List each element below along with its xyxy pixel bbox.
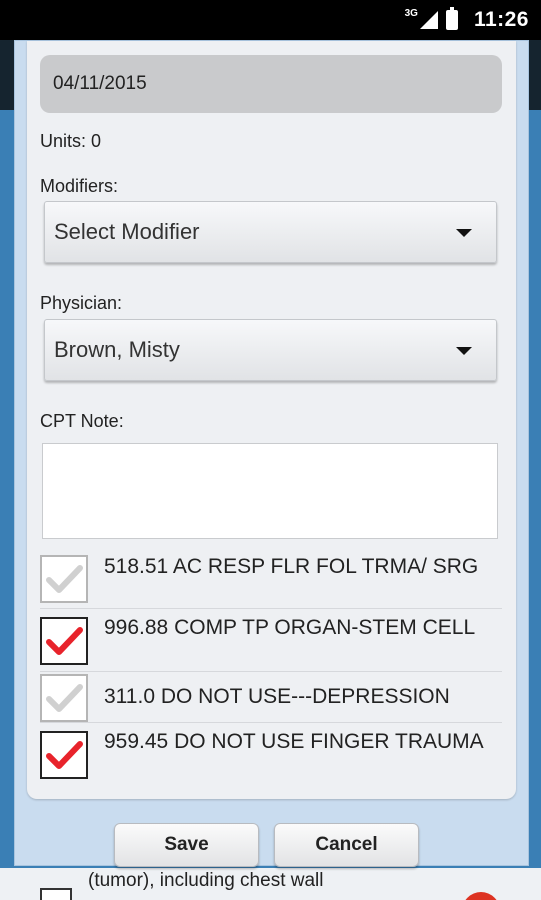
physician-label: Physician: (40, 293, 123, 313)
diagnosis-text: 996.88 COMP TP ORGAN-STEM CELL (104, 616, 476, 639)
diagnosis-row[interactable]: 311.0 DO NOT USE---DEPRESSION (40, 672, 502, 723)
dialog: 04/11/2015 Units: 0 Modifiers: Select Mo… (14, 40, 529, 867)
dropdown-arrow-icon (456, 347, 472, 355)
form-card: 04/11/2015 Units: 0 Modifiers: Select Mo… (27, 41, 516, 799)
diagnosis-checkbox[interactable] (40, 617, 88, 665)
network-type: 3G (404, 7, 418, 19)
diagnosis-row[interactable]: 996.88 COMP TP ORGAN-STEM CELL (40, 609, 502, 672)
battery-icon (445, 7, 458, 30)
diagnosis-checkbox[interactable] (40, 555, 88, 603)
diagnosis-checkbox[interactable] (40, 731, 88, 779)
diagnosis-text: 311.0 DO NOT USE---DEPRESSION (104, 685, 450, 708)
background-app-list: (tumor), including chest wall (0, 868, 541, 900)
diagnosis-row[interactable]: 959.45 DO NOT USE FINGER TRAUMA (40, 723, 502, 783)
units-label: Units: 0 (40, 131, 102, 151)
status-bar: 3G 11:26 (0, 0, 541, 40)
background-delete-icon (462, 892, 500, 900)
background-text: (tumor), including chest wall (88, 870, 324, 891)
status-time: 11:26 (473, 8, 529, 31)
background-checkbox (40, 888, 72, 900)
signal-icon (419, 11, 438, 29)
check-icon (46, 741, 83, 769)
date-field[interactable]: 04/11/2015 (40, 55, 502, 113)
cpt-note-input[interactable] (42, 443, 498, 539)
diagnosis-text: 959.45 DO NOT USE FINGER TRAUMA (104, 730, 484, 753)
modifier-select[interactable]: Select Modifier (44, 201, 497, 263)
check-icon (46, 684, 83, 712)
check-icon (46, 565, 83, 593)
physician-select[interactable]: Brown, Misty (44, 319, 497, 381)
modifiers-label: Modifiers: (40, 176, 119, 196)
physician-select-value: Brown, Misty (54, 337, 180, 362)
check-icon (46, 627, 83, 655)
diagnosis-row[interactable]: 518.51 AC RESP FLR FOL TRMA/ SRG (40, 549, 502, 609)
diagnosis-checkbox[interactable] (40, 674, 88, 722)
diagnosis-text: 518.51 AC RESP FLR FOL TRMA/ SRG (104, 555, 479, 578)
cpt-note-label: CPT Note: (40, 411, 124, 431)
dropdown-arrow-icon (456, 229, 472, 237)
modifier-select-value: Select Modifier (54, 219, 200, 244)
save-button[interactable]: Save (114, 823, 259, 867)
cancel-button[interactable]: Cancel (274, 823, 419, 867)
